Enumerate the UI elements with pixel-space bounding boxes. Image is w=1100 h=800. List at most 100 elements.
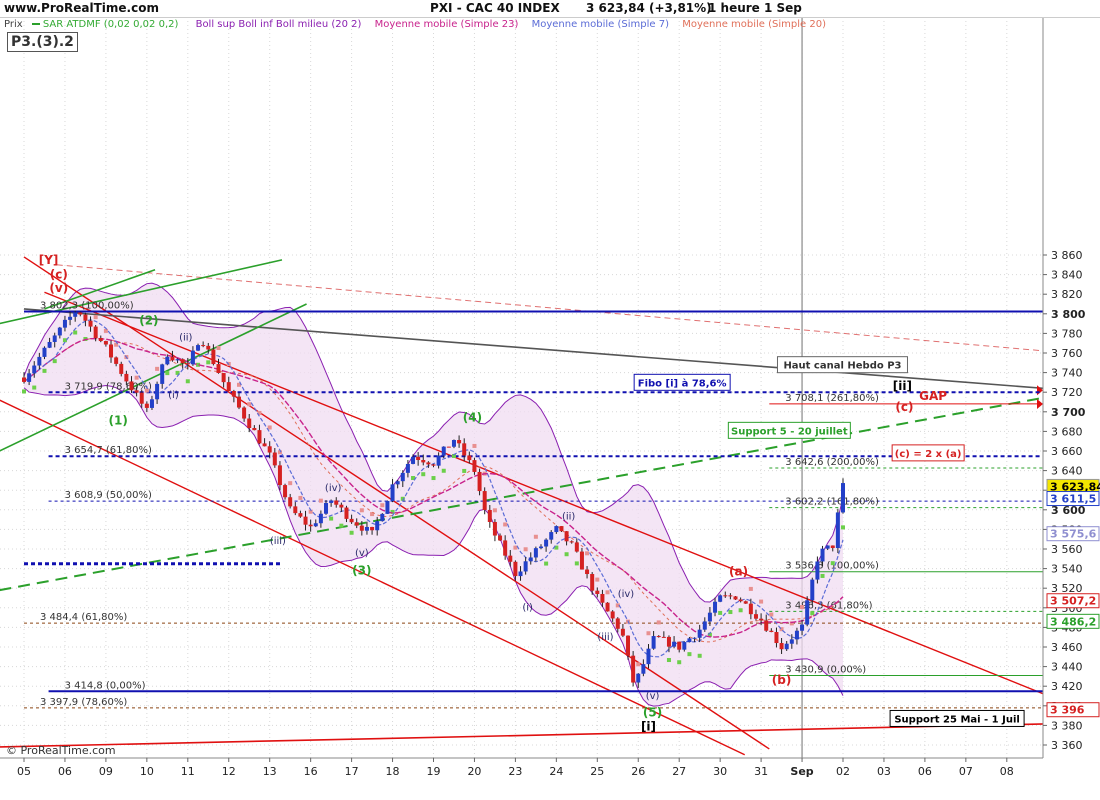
candle-body [185,363,190,365]
candle-body [196,345,201,351]
candle-body [682,642,687,650]
chart-tag: P3.(3).2 [7,32,78,52]
y-tick-label: 3 700 [1051,406,1086,419]
candle-body [421,459,426,463]
candle-body [83,314,88,321]
x-tick-label: 24 [549,765,563,778]
wave-label: (ii) [562,512,575,523]
candle-body [324,502,329,514]
candle-body [672,641,677,647]
wave-label: (iii) [597,632,613,643]
candle-body [303,516,308,525]
sar-dot [656,620,661,625]
candle-body [364,526,369,531]
candle-body [457,440,462,444]
sar-dot [800,605,805,610]
x-tick-label: 17 [345,765,359,778]
candle-body [129,381,134,391]
x-tick-label: 16 [304,765,318,778]
legend-item-ma20: Moyenne mobile (Simple 20) [682,19,826,30]
candle-body [718,595,723,602]
y-tick-label: 3 760 [1051,347,1083,360]
sar-dot [523,547,528,552]
candle-body [733,596,738,600]
legend-item-ma23: Moyenne mobile (Simple 23) [374,19,519,30]
candle-body [267,446,272,453]
candle-body [216,364,221,374]
candle-body [390,484,395,502]
candle-body [277,465,282,486]
sar-dot [288,481,293,486]
sar-dot [441,468,446,473]
candle-body [636,673,641,683]
candle-body [252,427,257,431]
sar-dot [533,534,538,539]
candle-body [288,497,293,507]
sar-dot [728,610,733,615]
candle-body [308,524,313,527]
sar-dot [820,573,825,578]
x-tick-label: 09 [99,765,113,778]
candle-body [78,312,83,315]
site-name[interactable]: www.ProRealTime.com [4,1,159,15]
chart-label: [ii] [893,379,912,393]
candle-body [835,512,840,549]
candle-body [22,377,26,382]
candle-body [656,636,661,638]
candle-body [441,446,446,456]
candle-body [334,500,339,505]
candle-body [226,382,231,391]
candle-body [62,319,67,328]
candle-body [134,390,139,393]
annotation-text: Fibo [i] à 78,6% [638,377,727,389]
candle-body [446,446,451,448]
candle-body [610,611,615,619]
price-tag-text: 3 486,2 [1050,615,1096,628]
candle-body [42,347,47,357]
candle-body [68,316,73,320]
candle-body [794,630,799,640]
y-tick-label: 3 660 [1051,445,1083,458]
period-label: 1 heure 1 Sep [708,1,802,15]
candle-body [370,526,375,531]
y-tick-label: 3 460 [1051,641,1083,654]
candle-body [103,341,108,345]
sar-dot [216,346,221,351]
candle-body [451,440,456,447]
sar-dot [666,658,671,663]
sar-dot [462,468,467,473]
sar-dot [677,660,682,665]
wave-label: (iv) [618,589,635,600]
fib-level-label: 3 802,3 (100,00%) [40,301,134,312]
candle-body [697,629,702,638]
x-tick-label: Sep [790,765,813,778]
x-tick-label: 31 [754,765,768,778]
candle-body [549,532,554,540]
candle-body [820,548,825,562]
price-tag-text: 3 575,6 [1050,528,1097,541]
candle-body [395,481,400,485]
candle-body [544,539,549,547]
candle-body [738,599,743,602]
candle-body [236,396,241,408]
candle-body [728,595,733,597]
price-chart[interactable]: 3 802,3 (100,00%) 3 719,9 (78,60%) 3 654,7… [0,0,1100,800]
wave-label: (v) [646,691,660,702]
candle-body [533,548,538,558]
candle-body [523,561,528,572]
candle-body [211,349,216,365]
y-tick-label: 3 640 [1051,465,1083,478]
candle-body [201,345,206,347]
y-tick-label: 3 780 [1051,327,1083,340]
candle-body [815,561,820,580]
sar-dot [748,586,753,591]
candle-body [124,373,129,382]
sar-dot [318,498,323,503]
wave-label: (5) [643,706,662,720]
candle-body [753,614,758,619]
wave-label: (v) [355,548,369,559]
candle-body [160,364,165,384]
candle-body [666,636,671,647]
candle-body [380,513,385,522]
candle-body [538,546,543,549]
